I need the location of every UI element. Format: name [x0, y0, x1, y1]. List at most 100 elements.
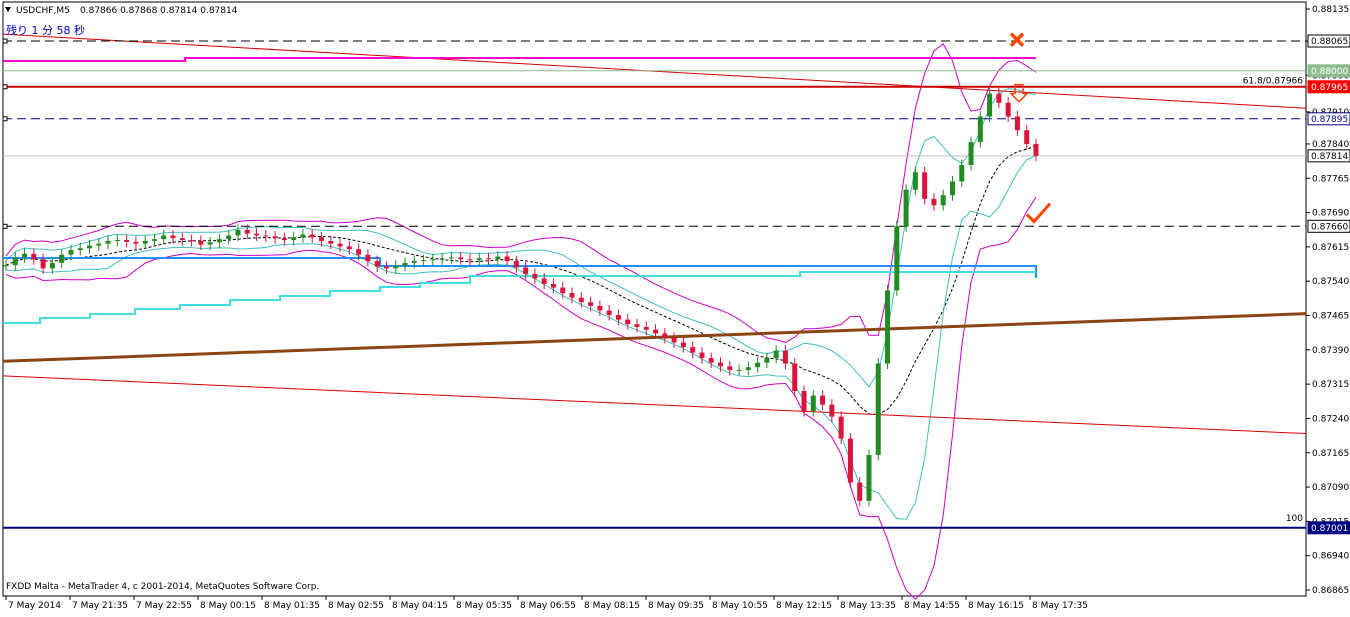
candle-body [792, 363, 798, 391]
quote-label: 0.87866 0.87868 0.87814 0.87814 [80, 6, 238, 16]
y-tick-label: 0.87765 [1312, 174, 1349, 184]
candle-body [782, 350, 788, 364]
x-axis: 7 May 2014 7 May 21:35 7 May 22:55 8 May 00… [5, 596, 1088, 611]
x-tick-label: 8 May 04:15 [392, 601, 448, 611]
candle-body [1033, 143, 1039, 156]
y-tick-label: 0.87615 [1312, 243, 1349, 253]
candle-body [411, 261, 417, 263]
price-tag-label: 0.87814 [1311, 152, 1348, 162]
chart-window[interactable]: 0.881350.880650.879900.879100.878400.877… [0, 0, 1350, 613]
candle-body [328, 240, 334, 244]
candle-body [263, 235, 269, 237]
candle-body [922, 172, 928, 199]
candle-body [541, 278, 547, 284]
candle-body [745, 367, 751, 370]
candle-body [309, 234, 315, 238]
x-tick-label: 8 May 17:35 [1032, 601, 1088, 611]
candle-body [495, 256, 501, 260]
candle-body [402, 262, 408, 266]
candle-body [226, 235, 232, 240]
candle-body [755, 362, 761, 368]
y-tick-label: 0.88135 [1312, 5, 1349, 15]
candle-body [291, 237, 297, 241]
candle-body [189, 240, 195, 242]
candle-body [987, 93, 993, 117]
candle-body [875, 363, 881, 456]
x-tick-label: 7 May 2014 [8, 601, 61, 611]
candle-body [365, 254, 371, 262]
candle-body [476, 258, 482, 261]
candle-body [439, 258, 445, 260]
candle-body [105, 240, 111, 244]
price-chart[interactable]: 0.881350.880650.879900.879100.878400.877… [0, 0, 1350, 613]
candle-body [198, 240, 204, 245]
candle-body [346, 246, 352, 250]
y-tick-label: 0.86865 [1312, 586, 1349, 596]
y-tick-label: 0.87165 [1312, 449, 1349, 459]
candle-body [281, 238, 287, 241]
candle-body [662, 333, 668, 338]
y-tick-label: 0.87840 [1312, 140, 1349, 150]
level-handle [2, 116, 8, 122]
candle-body [550, 283, 556, 288]
candle-body [272, 236, 278, 239]
candle-body [634, 324, 640, 327]
candle-body [161, 235, 167, 240]
x-tick-label: 7 May 21:35 [72, 601, 128, 611]
candle-body [718, 362, 724, 367]
candle-body [430, 259, 436, 261]
candle-body [653, 329, 659, 334]
candle-body [560, 287, 566, 294]
candle-body [393, 265, 399, 269]
candle-body [513, 261, 519, 268]
candle-body [207, 242, 213, 245]
candle-body [699, 352, 705, 359]
candle-body [615, 315, 621, 320]
candle-body [940, 195, 946, 206]
timer-label: 残り 1 分 58 秒 [6, 23, 85, 37]
candle-body [114, 240, 120, 242]
level-annotation: 61.8/0.87966 [1243, 76, 1304, 86]
candle-body [857, 482, 863, 501]
candle-body [885, 290, 891, 364]
candle-body [569, 293, 575, 298]
candle-body [486, 258, 492, 260]
y-tick-label: 0.87540 [1312, 277, 1349, 287]
y-tick-label: 0.87315 [1312, 380, 1349, 390]
y-tick-label: 0.87240 [1312, 414, 1349, 424]
symbol-label: USDCHF,M5 [16, 6, 70, 16]
candle-body [1005, 102, 1011, 117]
price-tag-label: 0.88065 [1311, 37, 1348, 47]
candle-body [847, 438, 853, 483]
candle-body [300, 234, 306, 238]
candle-body [671, 337, 677, 343]
x-tick-label: 8 May 01:35 [264, 601, 320, 611]
candle-body [903, 189, 909, 227]
candle-body [838, 416, 844, 439]
candle-body [894, 226, 900, 291]
candle-body [643, 326, 649, 330]
y-tick-label: 0.86940 [1312, 552, 1349, 562]
candle-body [680, 342, 686, 348]
candle-body [949, 181, 955, 196]
candle-body [866, 455, 872, 501]
candle-body [12, 257, 18, 266]
candle-body [1014, 116, 1020, 131]
candle-body [3, 265, 9, 267]
candle-body [458, 257, 464, 260]
y-axis: 0.881350.880650.879900.879100.878400.877… [1306, 5, 1349, 596]
candle-body [968, 142, 974, 166]
candle-body [337, 243, 343, 247]
candle-body [820, 395, 826, 405]
candle-body [912, 172, 918, 190]
price-tag-label: 0.87660 [1311, 222, 1348, 232]
level-handle [2, 223, 8, 229]
candle-body [124, 240, 130, 242]
candle-body [578, 297, 584, 303]
candle-body [773, 350, 779, 359]
x-tick-label: 8 May 09:35 [648, 601, 704, 611]
candle-body [235, 229, 241, 236]
candle-body [254, 233, 260, 236]
candle-body [996, 93, 1002, 103]
y-tick-label: 0.87465 [1312, 312, 1349, 322]
